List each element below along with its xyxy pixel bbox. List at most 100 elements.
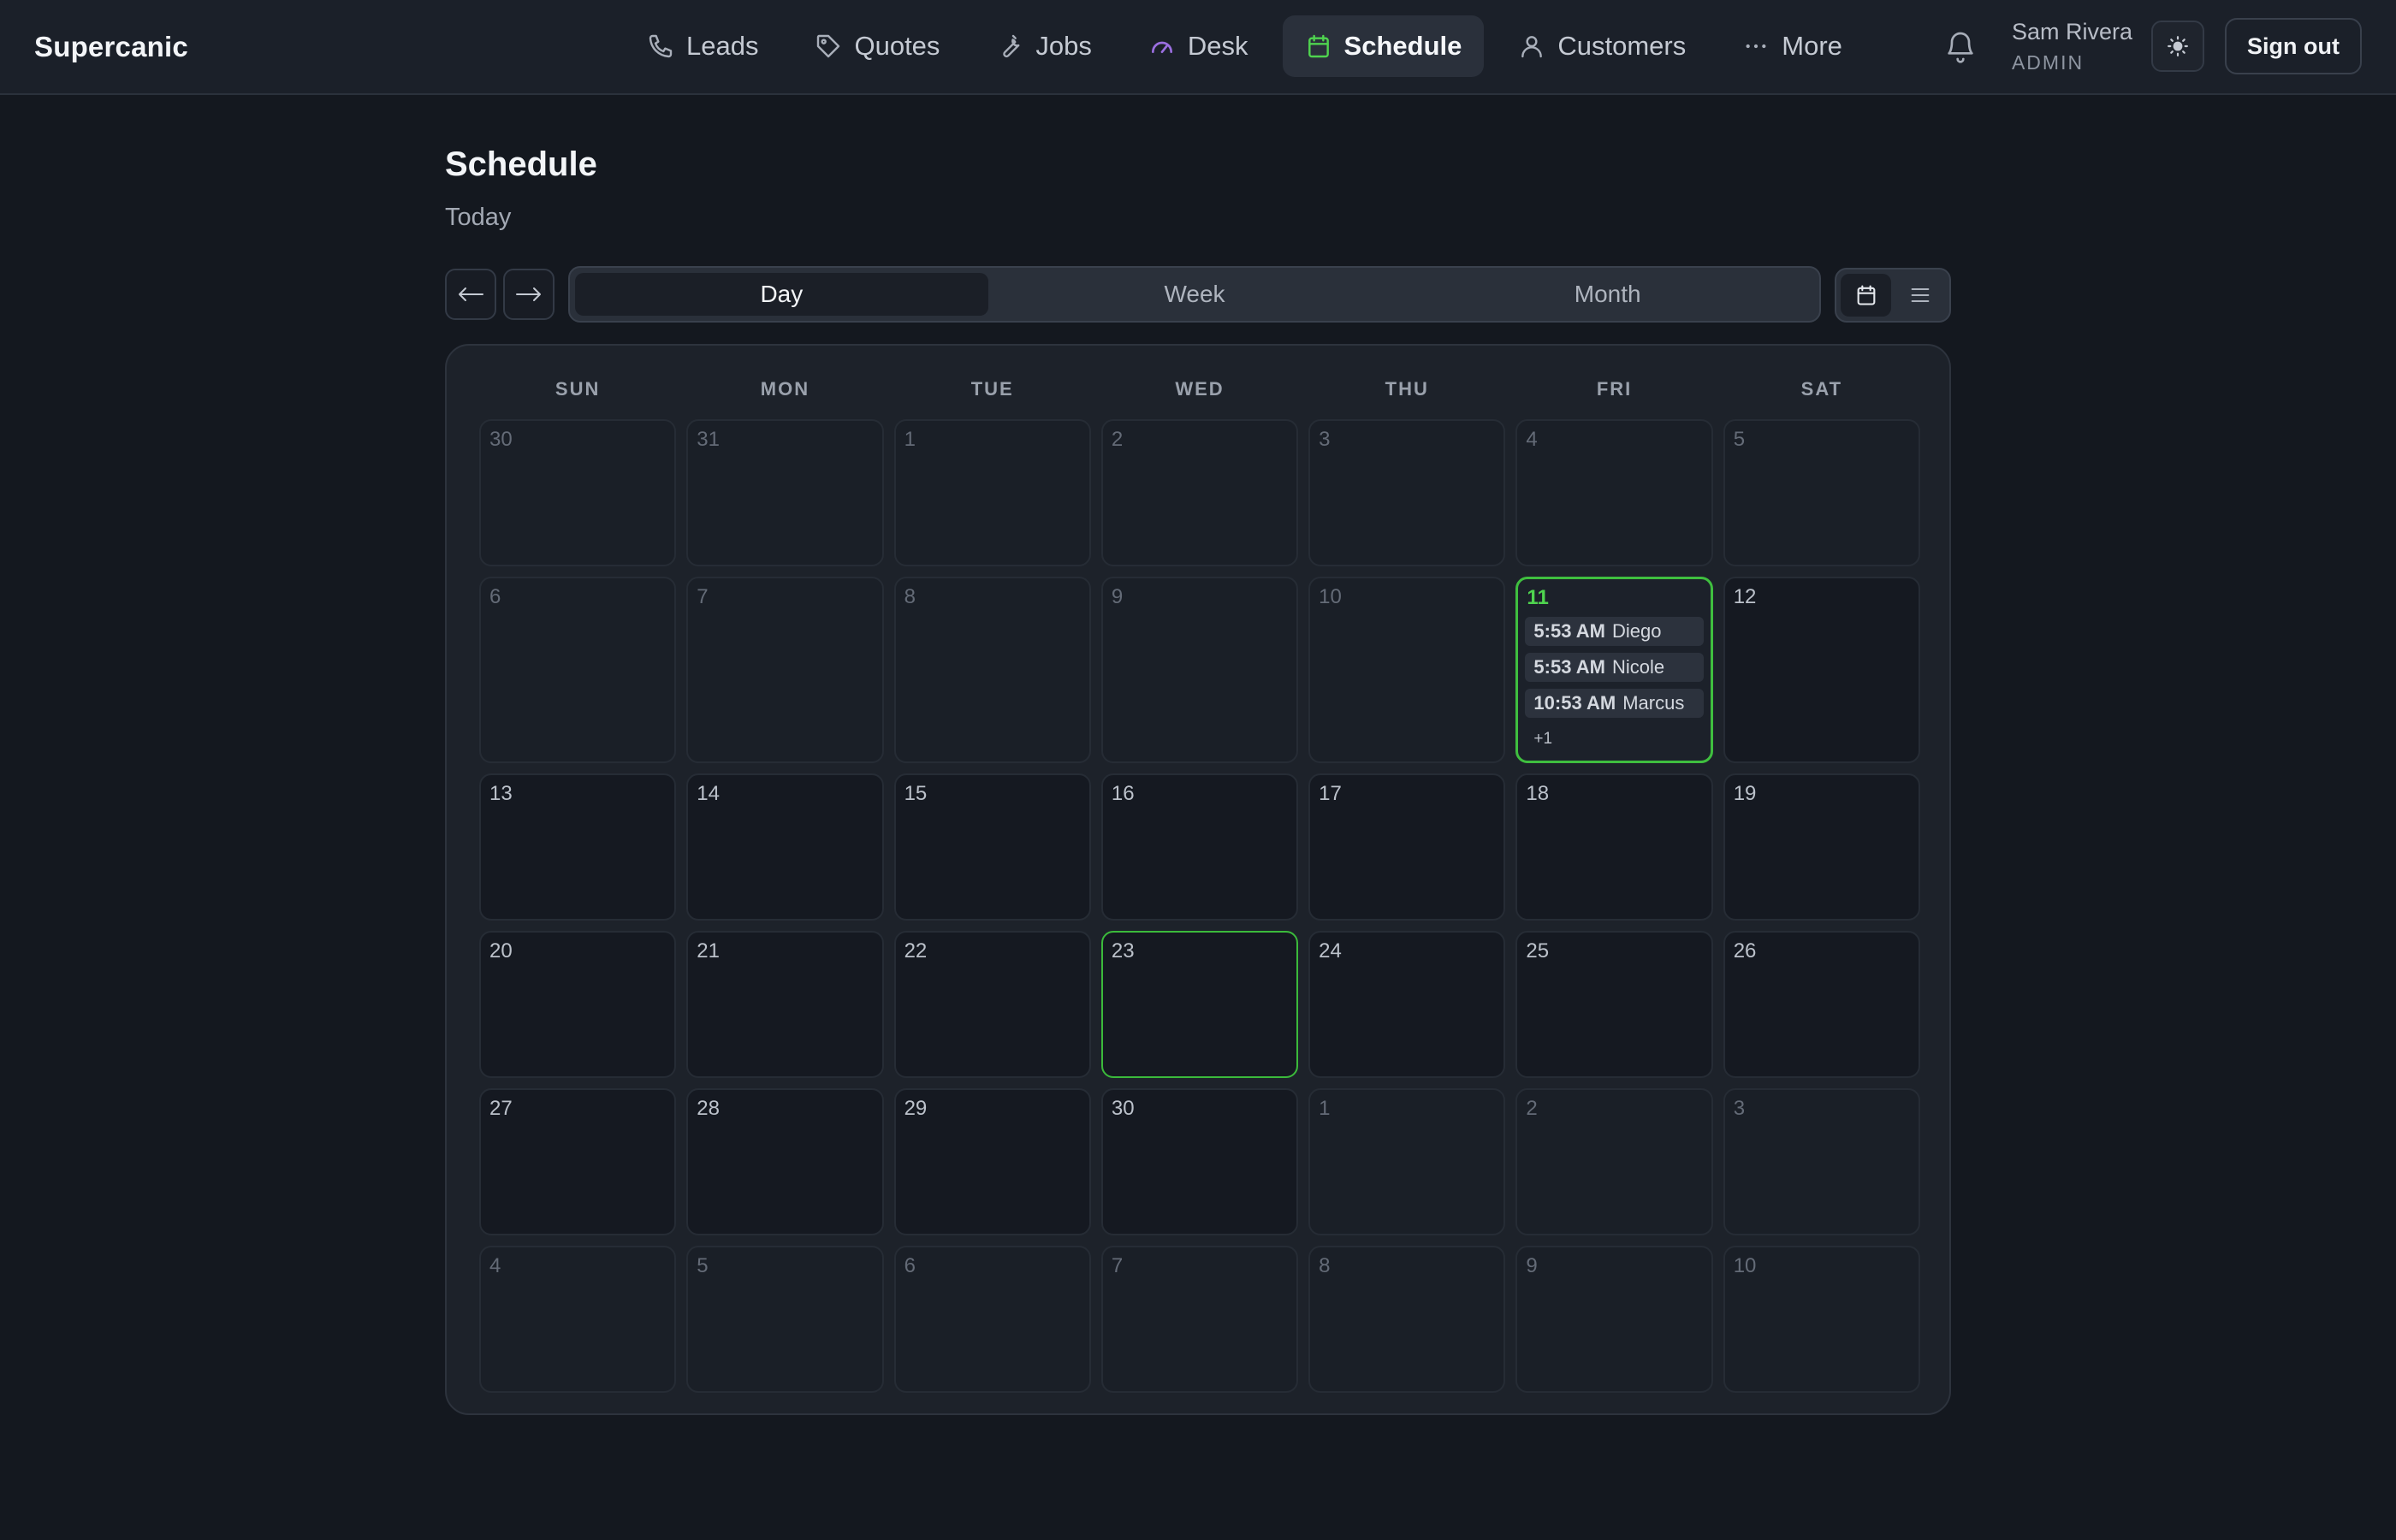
calendar-day[interactable]: 12 [1723,577,1920,763]
calendar-day[interactable]: 16 [1100,773,1299,921]
nav-label: Leads [686,31,759,61]
calendar-day[interactable]: 28 [686,1088,884,1235]
list-view-button[interactable] [1895,274,1945,317]
calendar-day[interactable]: 17 [1308,773,1506,921]
calendar-day[interactable]: 1 [1308,1088,1506,1235]
calendar-day[interactable]: 31 [686,419,884,566]
calendar-day[interactable]: 13 [479,773,677,921]
nav-label: Customers [1557,31,1687,61]
nav-item-jobs[interactable]: Jobs [974,15,1113,77]
nav-item-schedule[interactable]: Schedule [1282,15,1485,77]
sign-out-button[interactable]: Sign out [2225,18,2362,74]
calendar-day[interactable]: 6 [479,577,677,763]
event-name: Diego [1611,620,1662,642]
brand-logo[interactable]: Supercanic [34,31,188,63]
calendar-week-row: 13 14 15 16 17 18 19 [479,773,1920,921]
event-chip[interactable]: 5:53 AM Diego [1525,617,1704,646]
calendar-day[interactable]: 8 [893,577,1091,763]
event-name: Nicole [1611,656,1665,678]
view-week-tab[interactable]: Week [988,273,1402,316]
prev-button[interactable] [445,269,496,320]
calendar-day[interactable]: 22 [893,931,1091,1078]
calendar-view-button[interactable] [1841,274,1891,317]
calendar-day[interactable]: 10 [1723,1246,1920,1393]
list-icon [1911,287,1929,303]
calendar-day[interactable]: 9 [1100,577,1299,763]
calendar-day[interactable]: 3 [1723,1088,1920,1235]
calendar-day[interactable]: 4 [479,1246,677,1393]
calendar-day[interactable]: 29 [893,1088,1091,1235]
calendar-day[interactable]: 27 [479,1088,677,1235]
event-chip[interactable]: 5:53 AM Nicole [1525,653,1704,682]
day-number: 1 [1319,1097,1331,1120]
calendar-day[interactable]: 8 [1308,1246,1506,1393]
day-number: 10 [1319,585,1342,608]
calendar-day[interactable]: 9 [1515,1246,1713,1393]
nav-item-leads[interactable]: Leads [625,15,780,77]
calendar-day[interactable]: 7 [1100,1246,1299,1393]
next-button[interactable] [503,269,555,320]
calendar-day[interactable]: 2 [1100,419,1299,566]
view-month-tab[interactable]: Month [1401,273,1814,316]
calendar-day[interactable]: 30 [479,419,677,566]
calendar-day-selected[interactable]: 11 5:53 AM Diego 5:53 AM Nicole 10:53 AM Marcu… [1515,577,1713,763]
calendar-day[interactable]: 5 [1723,419,1920,566]
calendar-day[interactable]: 21 [686,931,884,1078]
calendar-day[interactable]: 5 [686,1246,884,1393]
calendar-day[interactable]: 14 [686,773,884,921]
calendar-day[interactable]: 3 [1308,419,1506,566]
sun-icon [2168,36,2188,56]
calendar-day[interactable]: 15 [893,773,1091,921]
nav-label: Desk [1187,31,1248,61]
nav-item-customers[interactable]: Customers [1496,15,1708,77]
arrow-right-icon [516,287,541,301]
view-day-tab[interactable]: Day [575,273,988,316]
phone-icon [649,34,673,58]
bell-icon[interactable] [1943,29,1978,63]
nav-item-desk[interactable]: Desk [1126,15,1271,77]
calendar-day[interactable]: 4 [1515,419,1713,566]
day-number: 3 [1733,1097,1746,1120]
day-number: 7 [1111,1254,1124,1277]
day-number: 4 [489,1254,501,1277]
calendar-icon [1857,285,1875,305]
calendar-day[interactable]: 30 [1100,1088,1299,1235]
calendar-day[interactable]: 24 [1308,931,1506,1078]
day-number: 19 [1733,782,1757,805]
nav-label: More [1782,31,1842,61]
user-name: Sam Rivera [2011,19,2133,44]
weekday-header: FRI [1596,378,1633,400]
calendar-day[interactable]: 1 [893,419,1091,566]
weekday-header: WED [1175,378,1225,400]
calendar-day[interactable]: 7 [686,577,884,763]
calendar-week-row: 27 28 29 30 1 2 3 [479,1088,1920,1235]
more-events-link[interactable]: +1 [1525,730,1703,749]
day-number: 21 [697,939,720,962]
calendar-day[interactable]: 25 [1515,931,1713,1078]
event-name: Marcus [1622,692,1685,714]
tag-icon [817,34,840,58]
event-chip[interactable]: 10:53 AM Marcus [1525,689,1704,718]
calendar-day[interactable]: 26 [1723,931,1920,1078]
day-number: 8 [904,585,916,608]
day-number: 15 [904,782,928,805]
calendar-day[interactable]: 19 [1723,773,1920,921]
theme-toggle-button[interactable] [2151,21,2205,72]
day-number: 4 [1526,428,1538,451]
nav-label: Schedule [1343,31,1462,61]
event-time: 5:53 AM [1533,620,1605,642]
calendar-day[interactable]: 10 [1308,577,1506,763]
day-number: 31 [697,428,720,451]
calendar-day[interactable]: 20 [479,931,677,1078]
nav-item-more[interactable]: More [1720,15,1865,77]
calendar-day[interactable]: 2 [1515,1088,1713,1235]
user-area: Sam Rivera ADMIN Sign out [1943,15,2362,77]
main-nav: Leads Quotes Jobs Desk Schedule Customer… [625,15,1865,77]
calendar-day[interactable]: 18 [1515,773,1713,921]
calendar-day[interactable]: 6 [893,1246,1091,1393]
day-number: 13 [489,782,513,805]
calendar-day-today[interactable]: 23 [1100,931,1299,1078]
day-number: 8 [1319,1254,1331,1277]
nav-item-quotes[interactable]: Quotes [792,15,962,77]
day-number: 25 [1526,939,1550,962]
